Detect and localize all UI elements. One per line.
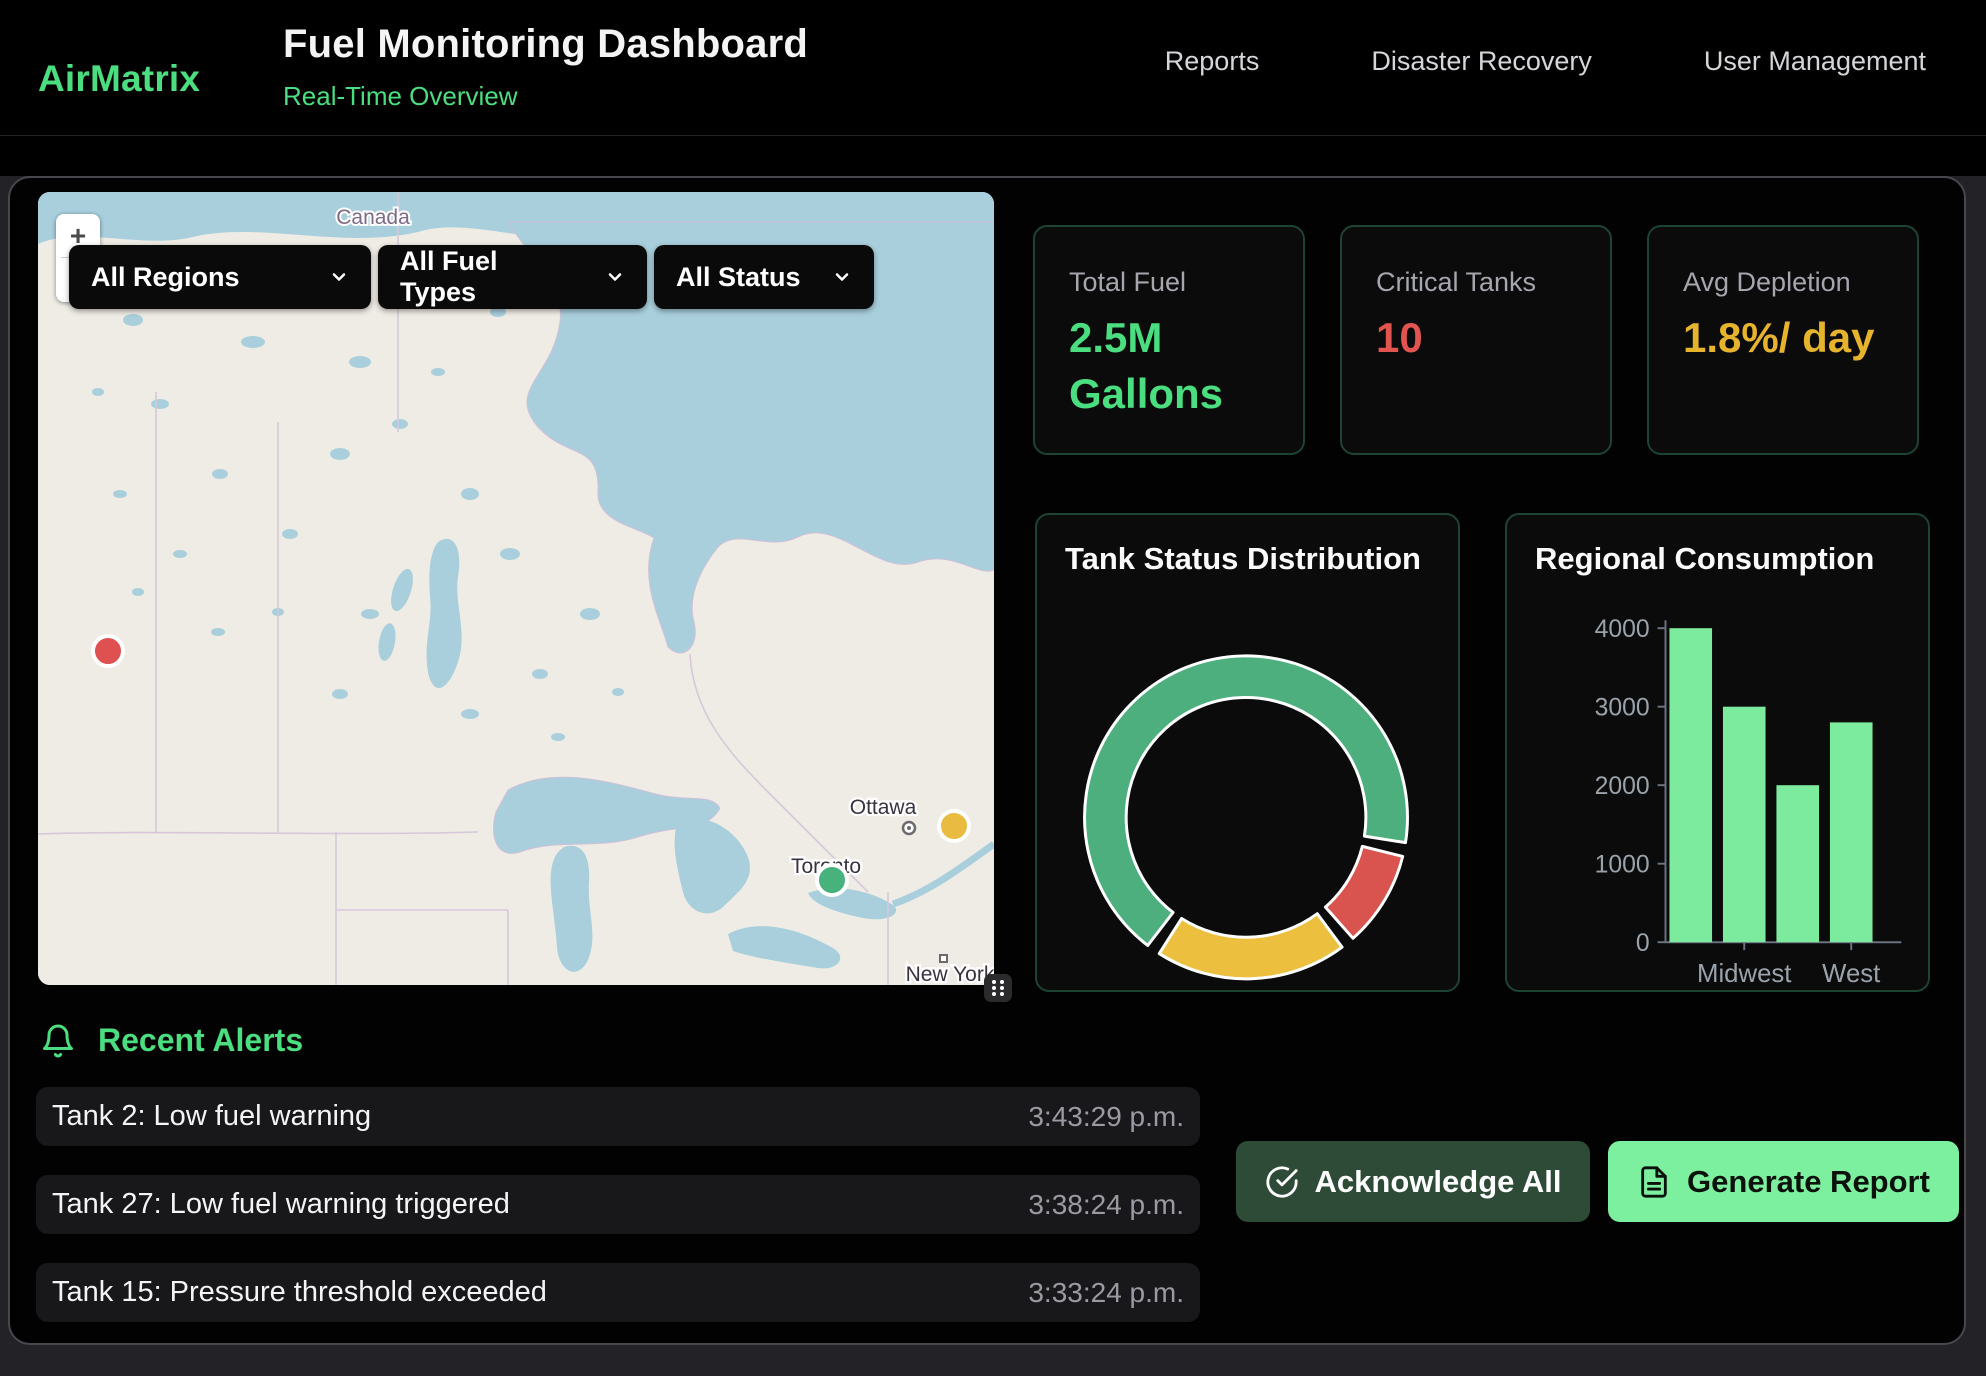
stat-value: 1.8%/ day xyxy=(1683,310,1883,366)
map-label-ottawa: Ottawa xyxy=(850,796,917,819)
page-title: Fuel Monitoring Dashboard xyxy=(283,22,808,67)
regional-consumption-bar-chart: 0 1000 2000 3000 4000 Midwest West xyxy=(1507,515,1928,990)
generate-report-label: Generate Report xyxy=(1687,1164,1930,1200)
bar-1 xyxy=(1723,707,1766,943)
stat-label: Critical Tanks xyxy=(1376,267,1576,298)
generate-report-button[interactable]: Generate Report xyxy=(1608,1141,1959,1222)
acknowledge-all-button[interactable]: Acknowledge All xyxy=(1236,1141,1590,1222)
chevron-down-icon xyxy=(329,267,349,287)
x-tick-label: Midwest xyxy=(1697,960,1791,988)
header: AirMatrix Fuel Monitoring Dashboard Real… xyxy=(0,0,1986,176)
town-dot-ottawa-core xyxy=(907,826,911,830)
alert-message: Tank 27: Low fuel warning triggered xyxy=(52,1188,510,1221)
alert-row[interactable]: Tank 15: Pressure threshold exceeded 3:33… xyxy=(36,1263,1200,1322)
filter-label: All Fuel Types xyxy=(400,246,579,308)
stat-value: 2.5M Gallons xyxy=(1069,310,1269,422)
filter-label: All Regions xyxy=(91,262,240,293)
tank-marker-normal[interactable] xyxy=(817,865,847,895)
alert-timestamp: 3:38:24 p.m. xyxy=(1028,1189,1184,1221)
map-label-newyork: New York xyxy=(906,963,994,985)
alerts-header: Recent Alerts xyxy=(40,1022,303,1059)
stat-card-total-fuel: Total Fuel 2.5M Gallons xyxy=(1033,225,1305,455)
nav-item-reports[interactable]: Reports xyxy=(1165,46,1260,77)
stats-row: Total Fuel 2.5M Gallons Critical Tanks 10 Av… xyxy=(1033,225,1919,455)
filter-dropdown-all-fuel-types[interactable]: All Fuel Types xyxy=(378,245,647,309)
nav-item-disaster-recovery[interactable]: Disaster Recovery xyxy=(1371,46,1592,77)
stat-card-critical-tanks: Critical Tanks 10 xyxy=(1340,225,1612,455)
x-tick-label: West xyxy=(1822,960,1880,988)
document-icon xyxy=(1637,1165,1671,1199)
alert-message: Tank 2: Low fuel warning xyxy=(52,1100,371,1133)
stat-card-avg-depletion: Avg Depletion 1.8%/ day xyxy=(1647,225,1919,455)
filter-dropdown-all-status[interactable]: All Status xyxy=(654,245,874,309)
tank-marker-critical[interactable] xyxy=(93,636,123,666)
bar-2 xyxy=(1776,785,1819,942)
drag-handle-icon[interactable] xyxy=(984,974,1012,1002)
filter-dropdown-all-regions[interactable]: All Regions xyxy=(69,245,371,309)
map-panel[interactable]: Canada Ottawa Toronto New York + − All R… xyxy=(38,192,994,985)
tank-marker-warning[interactable] xyxy=(939,811,969,841)
page-subtitle: Real-Time Overview xyxy=(283,81,808,112)
map-filters: All Regions All Fuel Types All Status xyxy=(69,245,874,309)
filter-label: All Status xyxy=(676,262,801,293)
bar-3 xyxy=(1830,722,1873,942)
alert-timestamp: 3:33:24 p.m. xyxy=(1028,1277,1184,1309)
y-tick-label: 4000 xyxy=(1595,616,1650,643)
stat-label: Avg Depletion xyxy=(1683,267,1883,298)
drag-dots-icon xyxy=(986,976,1010,1000)
tank-status-card: Tank Status Distribution xyxy=(1035,513,1460,992)
acknowledge-all-label: Acknowledge All xyxy=(1315,1164,1562,1200)
check-circle-icon xyxy=(1265,1165,1299,1199)
nav-item-user-management[interactable]: User Management xyxy=(1704,46,1926,77)
bell-icon xyxy=(40,1023,76,1059)
y-tick-label: 0 xyxy=(1636,930,1650,957)
map-lake-winnipeg xyxy=(427,539,462,688)
donut-segment-red xyxy=(1325,846,1402,938)
header-divider xyxy=(0,135,1986,136)
alert-row[interactable]: Tank 2: Low fuel warning 3:43:29 p.m. xyxy=(36,1087,1200,1146)
alert-row[interactable]: Tank 27: Low fuel warning triggered 3:38:… xyxy=(36,1175,1200,1234)
regional-consumption-card: Regional Consumption 0 1000 2000 3000 4000 Mi… xyxy=(1505,513,1930,992)
bar-0 xyxy=(1669,628,1712,942)
map-canvas: Canada Ottawa Toronto New York xyxy=(38,192,994,985)
main-nav: Reports Disaster Recovery User Management xyxy=(1165,46,1926,77)
y-tick-label: 1000 xyxy=(1595,852,1650,879)
bar-chart-title: Regional Consumption xyxy=(1535,541,1874,577)
y-tick-label: 2000 xyxy=(1595,773,1650,800)
alerts-title: Recent Alerts xyxy=(98,1022,303,1059)
town-dot-newyork xyxy=(940,955,947,962)
chevron-down-icon xyxy=(832,267,852,287)
y-tick-label: 3000 xyxy=(1595,695,1650,722)
donut-chart-title: Tank Status Distribution xyxy=(1065,541,1421,577)
map-label-country: Canada xyxy=(336,206,410,229)
stat-label: Total Fuel xyxy=(1069,267,1269,298)
stat-value: 10 xyxy=(1376,310,1576,366)
chevron-down-icon xyxy=(605,267,625,287)
alert-message: Tank 15: Pressure threshold exceeded xyxy=(52,1276,547,1309)
tank-status-donut-chart xyxy=(1037,515,1458,990)
donut-segment-yellow xyxy=(1159,914,1342,979)
app-logo[interactable]: AirMatrix xyxy=(38,58,200,100)
alert-timestamp: 3:43:29 p.m. xyxy=(1028,1101,1184,1133)
